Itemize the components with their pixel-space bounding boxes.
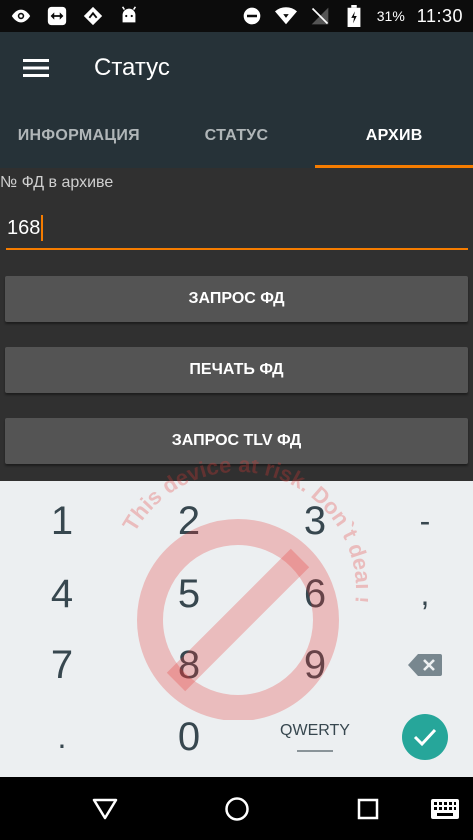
key-period[interactable]: . [3, 700, 121, 774]
key-9[interactable]: 9 [256, 628, 374, 702]
key-comma[interactable]: , [366, 557, 473, 631]
request-tlv-fd-button[interactable]: ЗАПРОС TLV ФД [5, 418, 468, 464]
backspace-key[interactable] [366, 628, 473, 702]
battery-percent: 31% [376, 8, 405, 24]
print-fd-button[interactable]: ПЕЧАТЬ ФД [5, 347, 468, 393]
navigation-icon [82, 5, 104, 27]
key-2[interactable]: 2 [130, 484, 248, 558]
tab-archive[interactable]: АРХИВ [315, 104, 473, 168]
keyboard-switch-icon [431, 799, 459, 819]
no-signal-icon [309, 5, 331, 27]
status-bar: 31% 11:30 [0, 0, 473, 32]
page-title: Статус [94, 54, 170, 81]
tab-information[interactable]: ИНФОРМАЦИЯ [0, 104, 158, 168]
status-bar-left [10, 5, 140, 27]
fd-number-label: № ФД в архиве [0, 174, 114, 191]
key-1[interactable]: 1 [3, 484, 121, 558]
check-icon [413, 728, 437, 747]
qwerty-label: QWERTY [280, 722, 350, 739]
archive-panel: № ФД в архиве 168 ЗАПРОС ФД ПЕЧАТЬ ФД ЗА… [0, 168, 473, 481]
key-4[interactable]: 4 [3, 557, 121, 631]
request-fd-button[interactable]: ЗАПРОС ФД [5, 276, 468, 322]
qwerty-switch-key[interactable]: QWERTY [256, 700, 374, 774]
enter-circle [402, 714, 448, 760]
home-icon [225, 797, 249, 821]
status-bar-right: 31% 11:30 [241, 5, 463, 27]
key-3[interactable]: 3 [256, 484, 374, 558]
key-7[interactable]: 7 [3, 628, 121, 702]
hamburger-menu-icon [23, 59, 49, 77]
keyboard-switch-button[interactable] [425, 789, 465, 829]
fd-number-value: 168 [7, 216, 41, 239]
home-button[interactable] [217, 789, 257, 829]
qwerty-underline [297, 750, 333, 752]
android-icon [118, 5, 140, 27]
key-8[interactable]: 8 [130, 628, 248, 702]
recents-icon [357, 798, 379, 820]
eye-icon [10, 5, 32, 27]
clock: 11:30 [416, 5, 463, 26]
key-minus[interactable]: - [366, 484, 473, 558]
wifi-icon [274, 5, 297, 27]
battery-icon [343, 5, 365, 27]
key-0[interactable]: 0 [130, 700, 248, 774]
recents-button[interactable] [348, 789, 388, 829]
menu-button[interactable] [0, 32, 72, 104]
numeric-keyboard: 1 2 3 - 4 5 6 , 7 8 9 . 0 QWERTY [0, 481, 473, 777]
navigation-bar [0, 777, 473, 840]
fd-number-input[interactable]: 168 [6, 208, 468, 250]
do-not-disturb-icon [241, 5, 263, 27]
enter-key[interactable] [366, 700, 473, 774]
key-5[interactable]: 5 [130, 557, 248, 631]
key-6[interactable]: 6 [256, 557, 374, 631]
tab-bar: ИНФОРМАЦИЯ СТАТУС АРХИВ [0, 104, 473, 168]
teamviewer-icon [46, 5, 68, 27]
text-cursor [41, 215, 44, 241]
backspace-icon [408, 654, 442, 676]
back-button[interactable] [85, 789, 125, 829]
tab-status[interactable]: СТАТУС [158, 104, 316, 168]
app-bar: Статус [0, 32, 473, 104]
back-icon [92, 798, 118, 820]
